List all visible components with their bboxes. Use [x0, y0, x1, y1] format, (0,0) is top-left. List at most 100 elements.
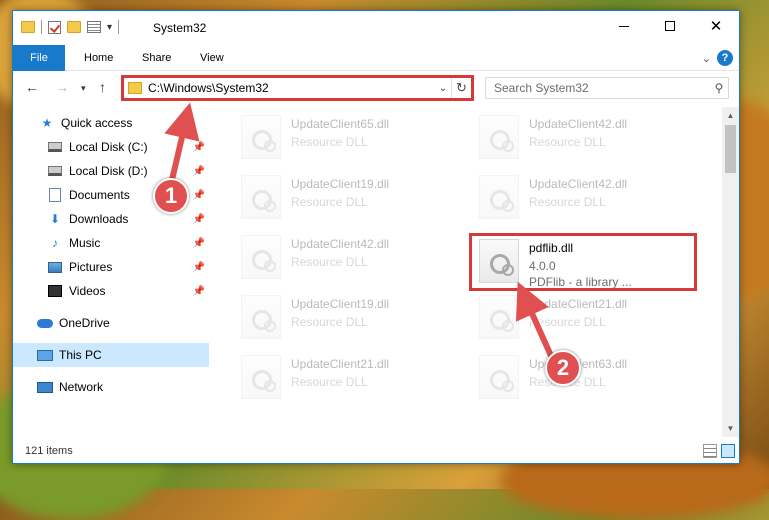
dll-file-icon [479, 175, 519, 219]
expand-ribbon-icon[interactable]: ⌄ [702, 52, 711, 65]
file-name: UpdateClient21.dll [291, 357, 390, 371]
file-description: Resource DLL [529, 315, 606, 329]
sidebar-item-label: This PC [59, 348, 102, 362]
sidebar-item-label: OneDrive [59, 316, 110, 330]
tab-share[interactable]: Share [142, 45, 171, 71]
scroll-down-icon[interactable]: ▼ [722, 420, 739, 437]
separator [41, 20, 42, 34]
back-arrow-icon[interactable]: ← [25, 79, 39, 95]
file-description: Resource DLL [291, 375, 368, 389]
window-controls: ✕ [601, 11, 739, 41]
file-name: UpdateClient19.dll [291, 177, 390, 191]
maximize-icon [665, 21, 675, 31]
pin-icon[interactable]: 📌 [193, 142, 205, 153]
file-name: UpdateClient65.dll [291, 117, 390, 131]
dll-file-icon [241, 175, 281, 219]
file-item[interactable]: UpdateClient65.dll Resource DLL [233, 109, 463, 165]
step-1-badge: 1 [153, 178, 189, 214]
forward-arrow-icon[interactable]: → [55, 79, 69, 95]
ribbon-right-controls: ⌄ ? [702, 50, 733, 66]
file-item[interactable]: UpdateClient42.dll Resource DLL [471, 169, 701, 225]
up-arrow-icon[interactable]: ↑ [99, 79, 106, 95]
sidebar-item-videos[interactable]: Videos 📌 [13, 279, 209, 303]
qat-dropdown-icon[interactable]: ▾ [107, 22, 112, 33]
sidebar-item-label: Pictures [69, 260, 113, 274]
downloads-icon: ⬇ [49, 212, 61, 226]
minimize-icon [619, 25, 629, 27]
properties-check-icon[interactable] [48, 20, 61, 34]
sidebar-item-onedrive[interactable]: OneDrive [13, 311, 209, 335]
documents-icon [47, 188, 63, 202]
sidebar-item-label: Local Disk (D:) [69, 164, 148, 178]
dll-file-icon [241, 295, 281, 339]
dll-file-icon [479, 115, 519, 159]
sidebar-item-label: Documents [69, 188, 130, 202]
pictures-icon [47, 260, 63, 274]
folder-icon [21, 21, 35, 33]
step-2-badge: 2 [545, 350, 581, 386]
view-toggle [703, 444, 735, 458]
close-icon: ✕ [709, 18, 723, 35]
refresh-icon[interactable]: ↻ [451, 78, 471, 98]
file-item[interactable]: UpdateClient21.dll Resource DLL [471, 289, 701, 345]
minimize-button[interactable] [601, 11, 647, 41]
file-description: Resource DLL [529, 195, 606, 209]
help-icon[interactable]: ? [717, 50, 733, 66]
large-icons-view-icon[interactable] [721, 444, 735, 458]
details-view-icon[interactable] [703, 444, 717, 458]
dll-file-icon [479, 295, 519, 339]
sidebar-item-this-pc[interactable]: This PC [13, 343, 209, 367]
close-button[interactable]: ✕ [693, 11, 739, 41]
pdflib-highlight-box [469, 233, 697, 291]
item-count: 121 items [25, 445, 73, 457]
search-input[interactable]: Search System32 ⚲ [485, 77, 729, 99]
tab-view[interactable]: View [200, 45, 224, 71]
dll-file-icon [241, 355, 281, 399]
pin-icon[interactable]: 📌 [193, 262, 205, 273]
file-item[interactable]: UpdateClient19.dll Resource DLL [233, 169, 463, 225]
pin-icon[interactable]: 📌 [193, 214, 205, 225]
file-name: UpdateClient21.dll [529, 297, 628, 311]
scroll-up-icon[interactable]: ▲ [722, 107, 739, 124]
separator [118, 20, 120, 34]
navigation-bar: ← → ▾ ↑ C:\Windows\System32 ⌄ ↻ Search S… [13, 71, 739, 105]
sidebar-item-local-disk-c[interactable]: Local Disk (C:) 📌 [13, 135, 209, 159]
file-name: UpdateClient19.dll [291, 297, 390, 311]
sidebar-item-pictures[interactable]: Pictures 📌 [13, 255, 209, 279]
customize-view-icon[interactable] [87, 21, 101, 33]
address-path[interactable]: C:\Windows\System32 [148, 81, 435, 95]
file-item[interactable]: UpdateClient19.dll Resource DLL [233, 289, 463, 345]
file-item[interactable]: UpdateClient42.dll Resource DLL [471, 109, 701, 165]
address-bar[interactable]: C:\Windows\System32 ⌄ ↻ [121, 75, 474, 101]
sidebar-item-label: Local Disk (C:) [69, 140, 148, 154]
file-item[interactable]: UpdateClient42.dll Resource DLL [233, 229, 463, 285]
pin-icon[interactable]: 📌 [193, 190, 205, 201]
pin-icon[interactable]: 📌 [193, 286, 205, 297]
tab-home[interactable]: Home [84, 45, 113, 71]
vertical-scrollbar[interactable]: ▲ ▼ [722, 107, 739, 437]
file-name: UpdateClient42.dll [291, 237, 390, 251]
file-item[interactable]: UpdateClient21.dll Resource DLL [233, 349, 463, 405]
file-name: UpdateClient42.dll [529, 117, 628, 131]
maximize-button[interactable] [647, 11, 693, 41]
new-folder-icon[interactable] [67, 21, 81, 33]
file-item[interactable]: UpdateClient63.dll Resource DLL [471, 349, 701, 405]
file-name: UpdateClient42.dll [529, 177, 628, 191]
recent-locations-icon[interactable]: ▾ [81, 83, 86, 94]
sidebar-item-label: Downloads [69, 212, 129, 226]
music-icon: ♪ [52, 236, 58, 250]
pin-icon[interactable]: 📌 [193, 166, 205, 177]
title-bar: ▾ System32 ✕ [13, 11, 739, 45]
sidebar-item-quick-access[interactable]: ★ Quick access [13, 111, 209, 135]
scroll-thumb[interactable] [725, 125, 736, 173]
sidebar-item-network[interactable]: Network [13, 375, 209, 399]
sidebar-item-music[interactable]: ♪ Music 📌 [13, 231, 209, 255]
star-icon: ★ [41, 116, 53, 130]
file-description: Resource DLL [291, 315, 368, 329]
status-bar: 121 items [13, 441, 739, 463]
pin-icon[interactable]: 📌 [193, 238, 205, 249]
videos-icon [47, 284, 63, 298]
search-icon[interactable]: ⚲ [710, 81, 728, 95]
search-placeholder[interactable]: Search System32 [486, 81, 710, 95]
address-dropdown-icon[interactable]: ⌄ [435, 83, 451, 94]
